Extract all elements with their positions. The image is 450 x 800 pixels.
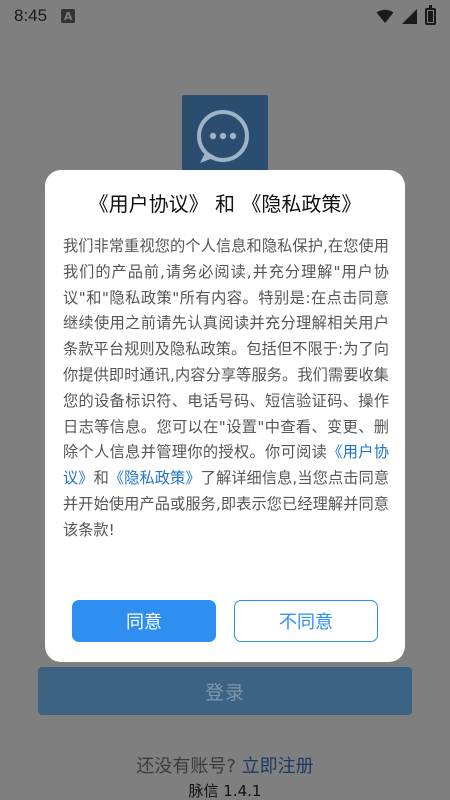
dialog-body-text: 我们非常重视您的个人信息和隐私保护,在您使用我们的产品前,请务必阅读,并充分理解… [63,237,389,462]
a-letter-icon: A [61,9,76,23]
signal-icon [402,8,417,24]
dialog-body: 我们非常重视您的个人信息和隐私保护,在您使用我们的产品前,请务必阅读,并充分理解… [63,234,389,544]
disagree-button[interactable]: 不同意 [234,600,378,642]
app-logo [182,95,268,181]
login-button[interactable]: 登录 [38,667,412,715]
status-icons [376,4,436,25]
privacy-policy-link[interactable]: 《隐私政策》 [109,469,201,487]
chat-bubbles-icon [197,110,249,163]
register-prompt-line: 还没有账号? 立即注册 [0,752,450,778]
privacy-consent-dialog: 《用户协议》 和 《隐私政策》 我们非常重视您的个人信息和隐私保护,在您使用我们… [45,170,405,662]
register-prompt: 还没有账号? [136,756,236,777]
dialog-title: 《用户协议》 和 《隐私政策》 [88,192,362,216]
status-time: 8:45 [14,6,48,25]
dialog-body-and: 和 [93,469,109,488]
status-bar: 8:45 A [0,0,450,32]
battery-icon [425,4,436,25]
agree-button[interactable]: 同意 [72,600,216,642]
wifi-icon [376,9,394,23]
app-version: 脉信 1.4.1 [188,782,262,800]
register-link[interactable]: 立即注册 [242,756,314,777]
